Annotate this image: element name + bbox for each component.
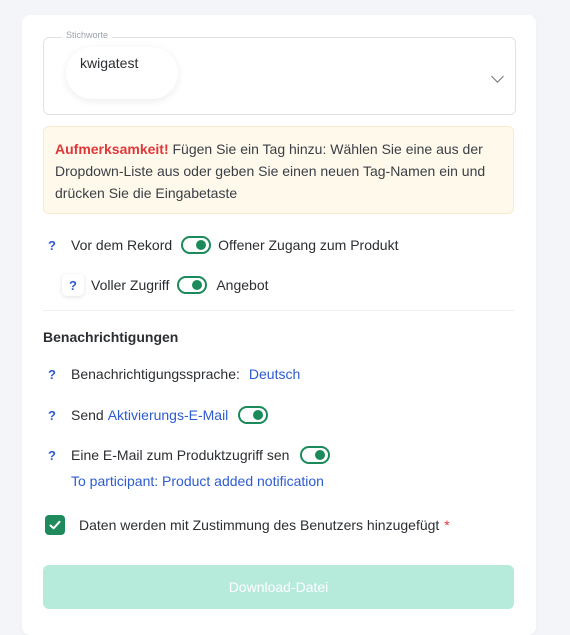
before-record-row: ? Vor dem Rekord Offener Zugang zum Prod… bbox=[46, 234, 398, 256]
product-access-toggle[interactable] bbox=[300, 446, 331, 464]
activation-toggle[interactable] bbox=[238, 406, 269, 424]
check-icon bbox=[49, 520, 61, 530]
consent-row: Daten werden mit Zustimmung des Benutzer… bbox=[45, 514, 450, 536]
chevron-down-icon[interactable] bbox=[491, 70, 504, 83]
help-icon[interactable]: ? bbox=[62, 274, 84, 296]
help-icon[interactable]: ? bbox=[46, 448, 58, 463]
participant-link-row: To participant: Product added notificati… bbox=[71, 472, 324, 490]
tags-select[interactable]: Stichworte kwigatest bbox=[43, 30, 516, 115]
divider bbox=[43, 310, 514, 311]
help-icon[interactable]: ? bbox=[46, 367, 58, 382]
full-access-toggle[interactable] bbox=[177, 276, 208, 294]
open-access-label: Offener Zugang zum Produkt bbox=[218, 237, 399, 253]
tag-chip-label: kwigatest bbox=[80, 55, 139, 71]
tag-chip[interactable]: kwigatest bbox=[66, 47, 178, 99]
toggle-knob bbox=[196, 240, 207, 250]
product-access-email-label: Eine E-Mail zum Produktzugriff sen bbox=[71, 447, 290, 463]
required-mark: * bbox=[444, 517, 450, 533]
language-label: Benachrichtigungssprache: bbox=[71, 366, 240, 382]
send-label: Send bbox=[71, 407, 104, 423]
tags-legend: Stichworte bbox=[62, 30, 113, 40]
consent-checkbox[interactable] bbox=[45, 515, 65, 535]
download-button[interactable]: Download-Datei bbox=[43, 565, 514, 609]
consent-label: Daten werden mit Zustimmung des Benutzer… bbox=[79, 517, 440, 533]
notifications-title: Benachrichtigungen bbox=[43, 329, 179, 345]
help-icon[interactable]: ? bbox=[46, 238, 58, 253]
language-row: ? Benachrichtigungssprache: Deutsch bbox=[46, 364, 300, 384]
activation-email-link[interactable]: Aktivierungs-E-Mail bbox=[108, 407, 229, 423]
warning-title: Aufmerksamkeit! bbox=[55, 141, 169, 157]
activation-row: ? Send Aktivierungs-E-Mail bbox=[46, 404, 269, 426]
tags-warning: Aufmerksamkeit! Fügen Sie ein Tag hinzu:… bbox=[43, 126, 514, 214]
before-record-label: Vor dem Rekord bbox=[71, 237, 173, 253]
full-access-label: Voller Zugriff bbox=[91, 277, 170, 293]
toggle-knob bbox=[192, 280, 203, 290]
full-access-row: ? Voller Zugriff Angebot bbox=[62, 273, 269, 297]
language-link[interactable]: Deutsch bbox=[249, 366, 300, 382]
participant-notification-link[interactable]: To participant: Product added notificati… bbox=[71, 473, 324, 489]
product-access-email-row: ? Eine E-Mail zum Produktzugriff sen bbox=[46, 444, 331, 466]
product-access-card: Stichworte kwigatest Aufmerksamkeit! Füg… bbox=[22, 15, 536, 635]
before-record-toggle[interactable] bbox=[181, 236, 212, 254]
toggle-knob bbox=[253, 410, 264, 420]
help-icon[interactable]: ? bbox=[46, 408, 58, 423]
toggle-knob bbox=[315, 450, 326, 460]
offer-label: Angebot bbox=[216, 277, 269, 293]
